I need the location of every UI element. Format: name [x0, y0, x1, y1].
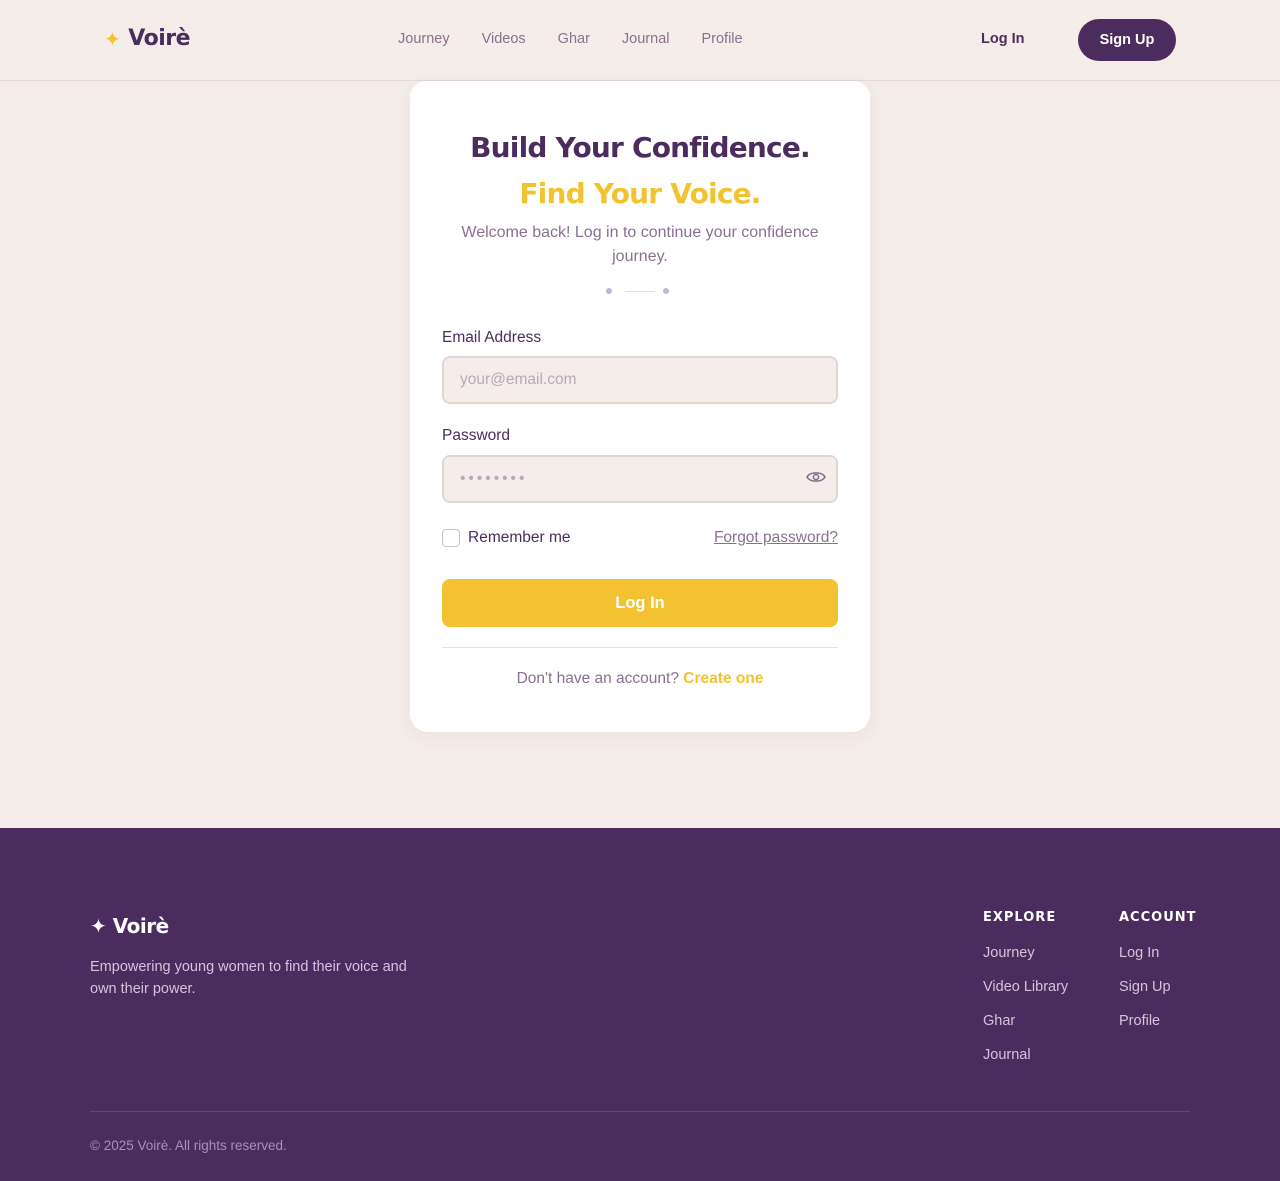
divider-line — [625, 291, 655, 292]
remember-checkbox[interactable] — [442, 529, 460, 547]
footer-account: ACCOUNT Log In Sign Up Profile — [1119, 910, 1197, 1047]
title-accent: Find Your Voice. — [519, 177, 761, 210]
title-main: Build Your Confidence. — [470, 131, 811, 164]
footer-link-journal[interactable]: Journal — [983, 1047, 1068, 1064]
create-account-link[interactable]: Create one — [683, 670, 763, 687]
page-title: Build Your Confidence. Find Your Voice. — [442, 125, 838, 217]
forgot-password-link[interactable]: Forgot password? — [714, 529, 838, 547]
footer-divider — [90, 1111, 1190, 1112]
nav-journal[interactable]: Journal — [622, 31, 670, 47]
footer-brand-name: Voirè — [112, 914, 169, 938]
remember-me[interactable]: Remember me — [442, 529, 571, 547]
email-label: Email Address — [442, 329, 542, 346]
header-signup-button[interactable]: Sign Up — [1078, 19, 1176, 61]
password-label: Password — [442, 427, 511, 444]
eye-icon[interactable] — [806, 469, 828, 485]
nav-videos[interactable]: Videos — [482, 31, 526, 47]
login-button[interactable]: Log In — [442, 579, 838, 627]
footer-link-ghar[interactable]: Ghar — [983, 1013, 1068, 1030]
card-divider — [442, 647, 838, 648]
site-footer: ✦ Voirè Empowering young women to find t… — [0, 828, 1280, 1181]
copyright: © 2025 Voirè. All rights reserved. — [90, 1138, 287, 1153]
signup-prompt: Don't have an account? Create one — [442, 670, 838, 688]
remember-label: Remember me — [468, 529, 571, 546]
footer-link-signup[interactable]: Sign Up — [1119, 979, 1197, 996]
brand-logo[interactable]: ✦ Voirè — [104, 26, 191, 51]
no-account-text: Don't have an account? — [516, 670, 679, 687]
footer-link-login[interactable]: Log In — [1119, 945, 1197, 962]
main-nav: Journey Videos Ghar Journal Profile — [398, 31, 743, 47]
nav-ghar[interactable]: Ghar — [558, 31, 590, 47]
nav-journey[interactable]: Journey — [398, 31, 450, 47]
footer-brand[interactable]: ✦ Voirè — [90, 914, 169, 938]
email-input[interactable] — [442, 356, 838, 404]
footer-link-journey[interactable]: Journey — [983, 945, 1068, 962]
footer-link-video-library[interactable]: Video Library — [983, 979, 1068, 996]
password-input[interactable] — [442, 455, 838, 503]
explore-heading: EXPLORE — [983, 910, 1057, 925]
footer-link-profile[interactable]: Profile — [1119, 1013, 1197, 1030]
footer-explore: EXPLORE Journey Video Library Ghar Journ… — [983, 910, 1068, 1081]
divider-dot — [663, 288, 669, 294]
sparkle-icon: ✦ — [104, 26, 121, 51]
footer-tagline: Empowering young women to find their voi… — [90, 959, 407, 997]
nav-profile[interactable]: Profile — [701, 31, 742, 47]
welcome-subtitle: Welcome back! Log in to continue your co… — [461, 224, 819, 265]
divider-dot — [606, 288, 612, 294]
site-header: ✦ Voirè Journey Videos Ghar Journal Prof… — [0, 0, 1280, 81]
account-heading: ACCOUNT — [1119, 910, 1197, 925]
decorative-divider — [606, 287, 674, 295]
header-login-link[interactable]: Log In — [981, 31, 1025, 47]
login-card: Build Your Confidence. Find Your Voice. … — [410, 81, 870, 732]
brand-name: Voirè — [128, 26, 191, 51]
